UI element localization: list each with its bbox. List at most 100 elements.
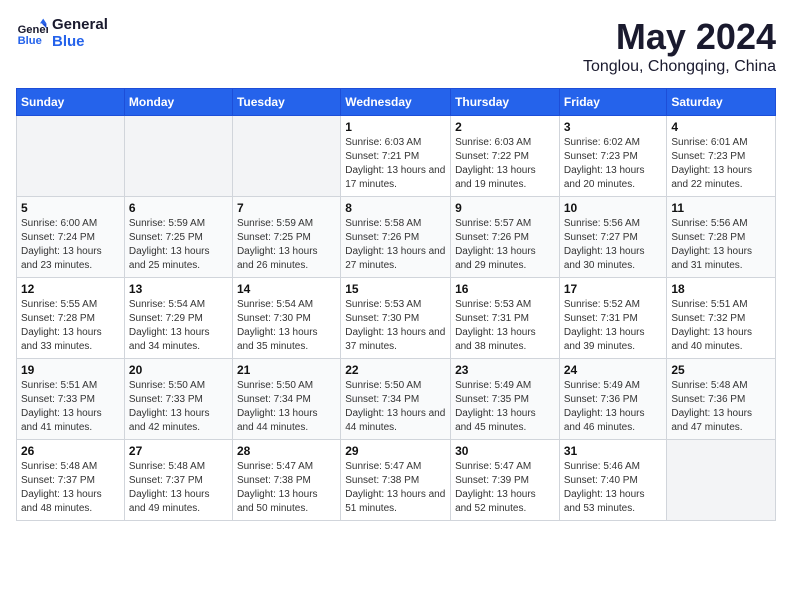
day-info: Sunrise: 6:03 AMSunset: 7:22 PMDaylight:… xyxy=(455,136,555,192)
day-info: Sunrise: 5:54 AMSunset: 7:29 PMDaylight:… xyxy=(129,298,228,354)
day-number: 6 xyxy=(129,201,228,215)
day-info: Sunrise: 5:48 AMSunset: 7:37 PMDaylight:… xyxy=(129,460,228,516)
calendar-cell xyxy=(17,116,125,197)
calendar-cell: 10 Sunrise: 5:56 AMSunset: 7:27 PMDayligh… xyxy=(559,197,667,278)
day-number: 27 xyxy=(129,444,228,458)
day-number: 25 xyxy=(671,363,771,377)
day-info: Sunrise: 6:02 AMSunset: 7:23 PMDaylight:… xyxy=(564,136,663,192)
title-block: May 2024 Tonglou, Chongqing, China xyxy=(583,16,776,76)
calendar-cell: 18Sunrise: 5:51 AMSunset: 7:32 PMDayligh… xyxy=(667,278,776,359)
day-info: Sunrise: 5:50 AMSunset: 7:34 PMDaylight:… xyxy=(237,379,336,435)
day-info: Sunrise: 5:47 AMSunset: 7:38 PMDaylight:… xyxy=(237,460,336,516)
day-number: 7 xyxy=(237,201,336,215)
day-info: Sunrise: 5:51 AMSunset: 7:33 PMDaylight:… xyxy=(21,379,120,435)
day-number: 21 xyxy=(237,363,336,377)
day-info: Sunrise: 5:58 AMSunset: 7:26 PMDaylight:… xyxy=(345,217,446,273)
day-number: 16 xyxy=(455,282,555,296)
calendar-subtitle: Tonglou, Chongqing, China xyxy=(583,58,776,76)
calendar-cell: 8 Sunrise: 5:58 AMSunset: 7:26 PMDaylight… xyxy=(341,197,451,278)
calendar-header: SundayMondayTuesdayWednesdayThursdayFrid… xyxy=(17,89,776,116)
weekday-header-tuesday: Tuesday xyxy=(232,89,340,116)
calendar-cell: 15Sunrise: 5:53 AMSunset: 7:30 PMDayligh… xyxy=(341,278,451,359)
day-info: Sunrise: 5:50 AMSunset: 7:33 PMDaylight:… xyxy=(129,379,228,435)
logo-icon: General Blue xyxy=(16,17,48,49)
day-number: 12 xyxy=(21,282,120,296)
weekday-header-friday: Friday xyxy=(559,89,667,116)
day-number: 2 xyxy=(455,120,555,134)
calendar-cell: 3 Sunrise: 6:02 AMSunset: 7:23 PMDaylight… xyxy=(559,116,667,197)
day-info: Sunrise: 5:50 AMSunset: 7:34 PMDaylight:… xyxy=(345,379,446,435)
weekday-header-thursday: Thursday xyxy=(451,89,560,116)
calendar-cell: 2 Sunrise: 6:03 AMSunset: 7:22 PMDaylight… xyxy=(451,116,560,197)
day-number: 26 xyxy=(21,444,120,458)
calendar-cell: 31 Sunrise: 5:46 AMSunset: 7:40 PMDayligh… xyxy=(559,440,667,521)
calendar-week-3: 12 Sunrise: 5:55 AMSunset: 7:28 PMDayligh… xyxy=(17,278,776,359)
calendar-cell: 27 Sunrise: 5:48 AMSunset: 7:37 PMDayligh… xyxy=(124,440,232,521)
calendar-cell: 12 Sunrise: 5:55 AMSunset: 7:28 PMDayligh… xyxy=(17,278,125,359)
day-number: 8 xyxy=(345,201,446,215)
day-number: 17 xyxy=(564,282,663,296)
logo-general: General xyxy=(52,16,108,33)
day-info: Sunrise: 5:57 AMSunset: 7:26 PMDaylight:… xyxy=(455,217,555,273)
day-number: 1 xyxy=(345,120,446,134)
calendar-title: May 2024 xyxy=(583,16,776,58)
day-number: 23 xyxy=(455,363,555,377)
calendar-cell: 20 Sunrise: 5:50 AMSunset: 7:33 PMDayligh… xyxy=(124,359,232,440)
calendar-cell: 16 Sunrise: 5:53 AMSunset: 7:31 PMDayligh… xyxy=(451,278,560,359)
calendar-cell: 30 Sunrise: 5:47 AMSunset: 7:39 PMDayligh… xyxy=(451,440,560,521)
calendar-cell: 6 Sunrise: 5:59 AMSunset: 7:25 PMDaylight… xyxy=(124,197,232,278)
day-info: Sunrise: 6:03 AMSunset: 7:21 PMDaylight:… xyxy=(345,136,446,192)
day-info: Sunrise: 5:53 AMSunset: 7:31 PMDaylight:… xyxy=(455,298,555,354)
calendar-cell: 7 Sunrise: 5:59 AMSunset: 7:25 PMDaylight… xyxy=(232,197,340,278)
calendar-cell: 25 Sunrise: 5:48 AMSunset: 7:36 PMDayligh… xyxy=(667,359,776,440)
day-number: 20 xyxy=(129,363,228,377)
day-number: 18 xyxy=(671,282,771,296)
day-info: Sunrise: 5:59 AMSunset: 7:25 PMDaylight:… xyxy=(129,217,228,273)
day-number: 30 xyxy=(455,444,555,458)
day-number: 10 xyxy=(564,201,663,215)
day-number: 4 xyxy=(671,120,771,134)
day-number: 13 xyxy=(129,282,228,296)
calendar-week-5: 26 Sunrise: 5:48 AMSunset: 7:37 PMDayligh… xyxy=(17,440,776,521)
calendar-table: SundayMondayTuesdayWednesdayThursdayFrid… xyxy=(16,88,776,521)
day-info: Sunrise: 5:46 AMSunset: 7:40 PMDaylight:… xyxy=(564,460,663,516)
day-info: Sunrise: 5:47 AMSunset: 7:39 PMDaylight:… xyxy=(455,460,555,516)
svg-text:General: General xyxy=(18,24,48,36)
day-info: Sunrise: 5:54 AMSunset: 7:30 PMDaylight:… xyxy=(237,298,336,354)
calendar-cell: 29Sunrise: 5:47 AMSunset: 7:38 PMDayligh… xyxy=(341,440,451,521)
day-number: 9 xyxy=(455,201,555,215)
page-header: General Blue General Blue May 2024 Tongl… xyxy=(16,16,776,76)
day-info: Sunrise: 5:49 AMSunset: 7:36 PMDaylight:… xyxy=(564,379,663,435)
calendar-cell: 22 Sunrise: 5:50 AMSunset: 7:34 PMDayligh… xyxy=(341,359,451,440)
calendar-cell: 21 Sunrise: 5:50 AMSunset: 7:34 PMDayligh… xyxy=(232,359,340,440)
calendar-cell: 1 Sunrise: 6:03 AMSunset: 7:21 PMDaylight… xyxy=(341,116,451,197)
day-info: Sunrise: 6:01 AMSunset: 7:23 PMDaylight:… xyxy=(671,136,771,192)
day-info: Sunrise: 5:59 AMSunset: 7:25 PMDaylight:… xyxy=(237,217,336,273)
day-info: Sunrise: 5:48 AMSunset: 7:36 PMDaylight:… xyxy=(671,379,771,435)
svg-text:Blue: Blue xyxy=(18,35,42,47)
day-info: Sunrise: 5:47 AMSunset: 7:38 PMDaylight:… xyxy=(345,460,446,516)
calendar-cell: 24 Sunrise: 5:49 AMSunset: 7:36 PMDayligh… xyxy=(559,359,667,440)
day-number: 15 xyxy=(345,282,446,296)
day-info: Sunrise: 5:48 AMSunset: 7:37 PMDaylight:… xyxy=(21,460,120,516)
calendar-cell: 17 Sunrise: 5:52 AMSunset: 7:31 PMDayligh… xyxy=(559,278,667,359)
day-number: 24 xyxy=(564,363,663,377)
day-number: 22 xyxy=(345,363,446,377)
calendar-week-2: 5Sunrise: 6:00 AMSunset: 7:24 PMDaylight… xyxy=(17,197,776,278)
weekday-header-saturday: Saturday xyxy=(667,89,776,116)
day-info: Sunrise: 5:49 AMSunset: 7:35 PMDaylight:… xyxy=(455,379,555,435)
calendar-cell xyxy=(667,440,776,521)
calendar-cell xyxy=(124,116,232,197)
calendar-cell: 4 Sunrise: 6:01 AMSunset: 7:23 PMDaylight… xyxy=(667,116,776,197)
day-info: Sunrise: 5:52 AMSunset: 7:31 PMDaylight:… xyxy=(564,298,663,354)
day-info: Sunrise: 5:56 AMSunset: 7:27 PMDaylight:… xyxy=(564,217,663,273)
weekday-header-sunday: Sunday xyxy=(17,89,125,116)
day-number: 3 xyxy=(564,120,663,134)
calendar-cell: 5Sunrise: 6:00 AMSunset: 7:24 PMDaylight… xyxy=(17,197,125,278)
weekday-header-wednesday: Wednesday xyxy=(341,89,451,116)
day-info: Sunrise: 5:55 AMSunset: 7:28 PMDaylight:… xyxy=(21,298,120,354)
calendar-cell: 13 Sunrise: 5:54 AMSunset: 7:29 PMDayligh… xyxy=(124,278,232,359)
calendar-cell: 9 Sunrise: 5:57 AMSunset: 7:26 PMDaylight… xyxy=(451,197,560,278)
day-number: 31 xyxy=(564,444,663,458)
calendar-cell: 14Sunrise: 5:54 AMSunset: 7:30 PMDayligh… xyxy=(232,278,340,359)
